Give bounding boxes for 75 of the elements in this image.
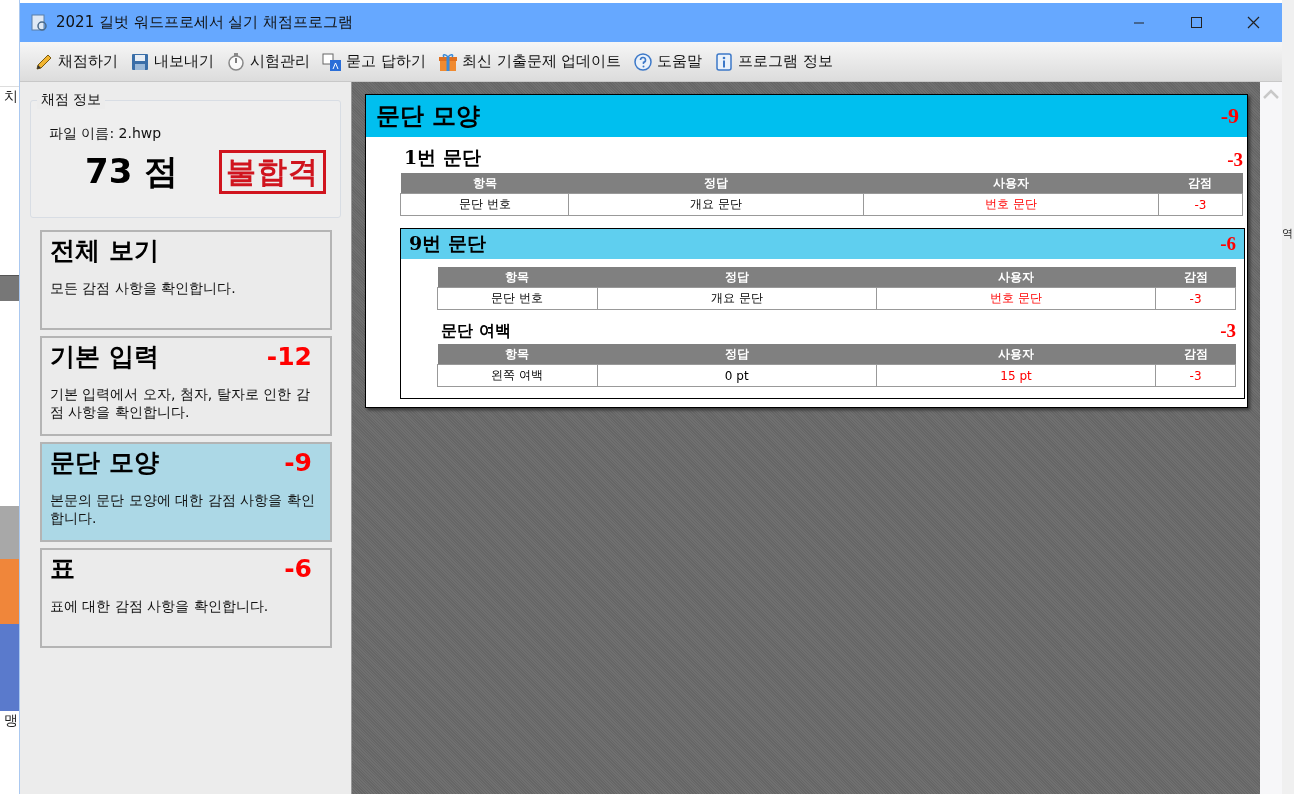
category-description: 모든 감점 사항을 확인합니다. (50, 279, 237, 297)
column-header: 항목 (400, 173, 569, 194)
close-icon[interactable] (1245, 14, 1262, 31)
column-header: 정답 (597, 267, 877, 288)
help-icon (633, 51, 654, 72)
table-cell: 문단 번호 (437, 287, 598, 310)
chevron-up-icon[interactable] (1262, 88, 1280, 100)
table-cell: 번호 문단 (863, 193, 1159, 216)
toolbar-button[interactable]: 프로그램 정보 (708, 46, 840, 77)
toolbar-button[interactable]: 내보내기 (124, 46, 220, 77)
table-header-band (0, 276, 19, 301)
category-card[interactable]: 전체 보기 모든 감점 사항을 확인합니다. (40, 230, 332, 330)
column-header: 감점 (1155, 344, 1236, 365)
category-card[interactable]: 표 -6 표에 대한 감점 사항을 확인합니다. (40, 548, 332, 648)
maximize-icon[interactable] (1188, 14, 1205, 31)
category-card[interactable]: 문단 모양 -9 본문의 문단 모양에 대한 감점 사항을 확인합니다. (40, 442, 332, 542)
category-title: 기본 입력 (50, 341, 159, 373)
deduction-score: -6 (284, 554, 312, 583)
section-title: 문단 여백 (441, 321, 511, 342)
column-header: 정답 (568, 173, 864, 194)
category-description: 본문의 문단 모양에 대한 감점 사항을 확인합니다. (50, 491, 316, 527)
deduction-score: -3 (1227, 149, 1243, 171)
table-cell: -3 (1155, 364, 1236, 387)
document-icon (30, 13, 48, 32)
file-name: 파일 이름: 2.hwp (49, 125, 163, 143)
table-cell: 왼쪽 여백 (437, 364, 598, 387)
toolbar-button[interactable]: 시험관리 (220, 46, 316, 77)
column-header: 감점 (1158, 173, 1243, 194)
deduction-score: -12 (266, 342, 312, 371)
toolbar-button[interactable]: 도움말 (627, 46, 709, 77)
column-header: 정답 (597, 344, 877, 365)
column-header: 항목 (437, 267, 598, 288)
column-header: 사용자 (876, 267, 1156, 288)
deduction-score: -6 (1220, 233, 1236, 255)
window-text: 치 (3, 87, 19, 105)
column-header: 사용자 (863, 173, 1159, 194)
info-icon (714, 51, 735, 72)
column-header: 감점 (1155, 267, 1236, 288)
category-title: 전체 보기 (50, 235, 159, 267)
deduction-score: -3 (1220, 320, 1236, 342)
report-title: 문단 모양 (376, 100, 481, 132)
column-header: 사용자 (876, 344, 1156, 365)
table-cell: 개요 문단 (597, 287, 877, 310)
category-title: 문단 모양 (50, 447, 159, 479)
toolbar-button[interactable]: 최신 기출문제 업데이트 (431, 46, 628, 77)
category-title: 표 (50, 553, 75, 585)
section-title: 1번 문단 (404, 145, 481, 170)
window-title: 2021 길벗 워드프로세서 실기 채점프로그램 (56, 13, 354, 32)
category-description: 기본 입력에서 오자, 첨자, 탈자로 인한 감점 사항을 확인합니다. (50, 385, 311, 421)
table-cell: 0 pt (597, 364, 877, 387)
gift-icon (437, 51, 458, 72)
column-header: 항목 (437, 344, 598, 365)
table-cell: -3 (1158, 193, 1243, 216)
table-cell: 번호 문단 (876, 287, 1156, 310)
table-cell: 개요 문단 (568, 193, 864, 216)
group-label: 채점 정보 (37, 91, 106, 109)
toolbar-button[interactable]: 묻고 답하기 (316, 46, 432, 77)
translate-icon (322, 51, 342, 72)
category-description: 표에 대한 감점 사항을 확인합니다. (50, 597, 270, 615)
window-text: 맹 (3, 711, 19, 729)
table-cell: 문단 번호 (400, 193, 569, 216)
fail-stamp: 불합격 (219, 150, 326, 194)
deduction-score: -9 (284, 448, 312, 477)
toolbar-button[interactable]: 채점하기 (28, 46, 124, 77)
category-card[interactable]: 기본 입력 -12 기본 입력에서 오자, 첨자, 탈자로 인한 감점 사항을 확인합니다. (40, 336, 332, 436)
section-title: 9번 문단 (409, 231, 486, 256)
stopwatch-icon (226, 51, 246, 72)
chart-bar (0, 506, 19, 559)
chart-bar (0, 559, 19, 624)
table-cell: -3 (1155, 287, 1236, 310)
window-text: 역 (1282, 226, 1294, 242)
scroll-bar[interactable] (1260, 82, 1282, 794)
score-text: 73 점 (85, 150, 179, 193)
deduction-score: -9 (1220, 103, 1239, 129)
table-cell: 15 pt (876, 364, 1156, 387)
